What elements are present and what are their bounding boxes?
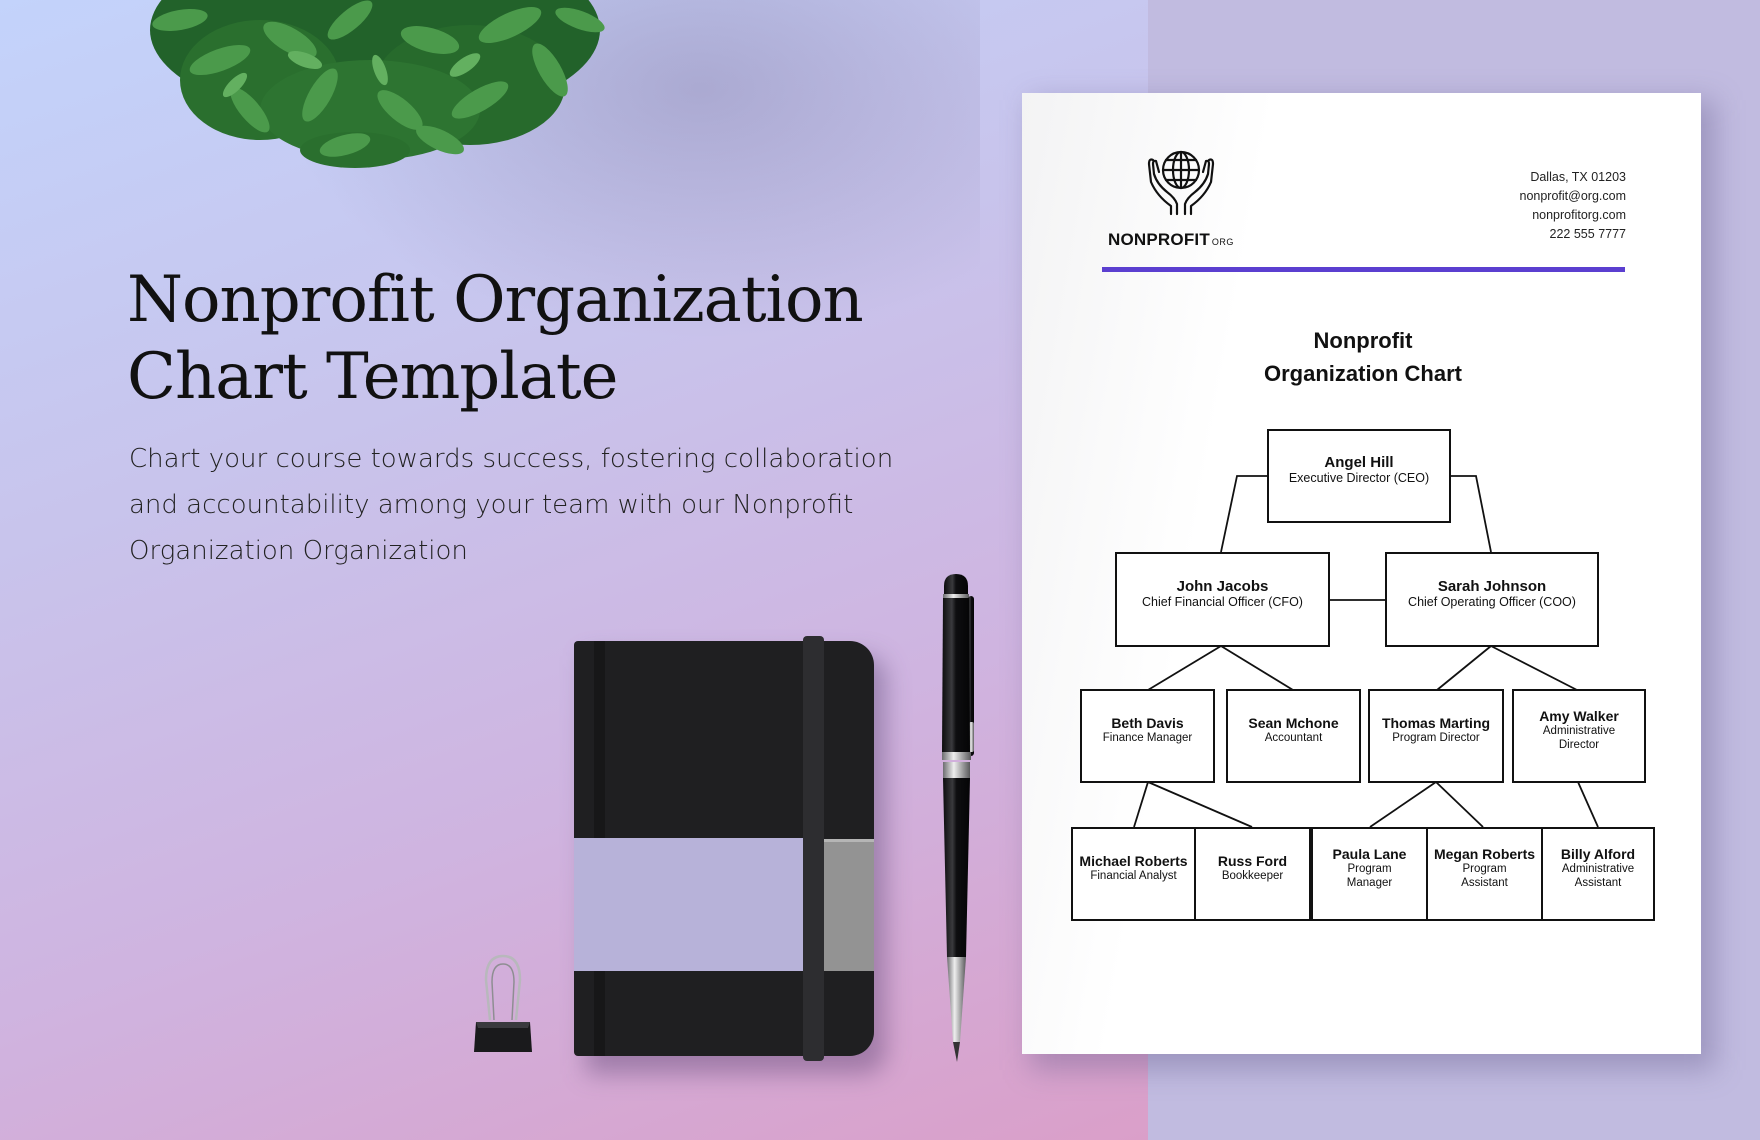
org-node-russ: Russ Ford Bookkeeper: [1194, 827, 1311, 921]
org-node-role: Program Assistant: [1461, 863, 1508, 889]
logo-suffix: ORG: [1211, 237, 1234, 247]
contact-phone: 222 555 7777: [1549, 227, 1626, 241]
hero-title-line: Nonprofit Organization: [127, 263, 864, 337]
org-node-role: Administrative Director: [1542, 725, 1616, 751]
pen: [942, 574, 974, 1062]
org-node-paula: Paula Lane Program Manager: [1311, 827, 1428, 921]
hero-description-line: Chart your course towards success, foste…: [129, 444, 894, 474]
contact-info: Dallas, TX 01203 nonprofit@org.com nonpr…: [1440, 168, 1627, 244]
org-node-role: Finance Manager: [1102, 732, 1193, 744]
org-node-thomas: Thomas Marting Program Director: [1368, 689, 1504, 783]
contact-email: nonprofit@org.com: [1519, 189, 1627, 203]
notebook-elastic-band: [803, 636, 824, 1061]
org-node-michael: Michael Roberts Financial Analyst: [1071, 827, 1196, 921]
header-divider: [1102, 267, 1625, 272]
org-node-name: Michael Roberts: [1079, 853, 1188, 869]
org-node-role: Financial Analyst: [1090, 870, 1177, 882]
org-node-sean: Sean Mchone Accountant: [1226, 689, 1361, 783]
org-node-billy: Billy Alford Administrative Assistant: [1541, 827, 1655, 921]
org-node-coo: Sarah Johnson Chief Operating Officer (C…: [1385, 552, 1599, 647]
document-title: Nonprofit Organization Chart: [1163, 324, 1563, 390]
org-node-ceo: Angel Hill Executive Director (CEO): [1267, 429, 1451, 523]
org-node-name: Megan Roberts: [1433, 846, 1536, 862]
org-node-role: Chief Financial Officer (CFO): [1142, 594, 1303, 609]
org-node-name: Russ Ford: [1217, 853, 1288, 869]
org-node-cfo: John Jacobs Chief Financial Officer (CFO…: [1115, 552, 1330, 647]
org-node-role: Chief Operating Officer (COO): [1408, 594, 1576, 609]
notebook-label-grey: [824, 839, 874, 971]
org-node-name: Paula Lane: [1332, 846, 1407, 862]
org-node-role: Program Manager: [1346, 863, 1393, 889]
plant-decoration: [150, 0, 605, 168]
notebook: [574, 641, 874, 1056]
notebook-label: [574, 838, 803, 971]
org-node-role: Program Director: [1392, 732, 1480, 744]
hero-description-line: Organization Organization: [129, 536, 468, 566]
org-node-amy: Amy Walker Administrative Director: [1512, 689, 1646, 783]
document-title-line: Nonprofit: [1313, 328, 1413, 353]
org-node-name: Sean Mchone: [1248, 715, 1339, 731]
org-node-name: Thomas Marting: [1381, 715, 1491, 731]
contact-address: Dallas, TX 01203: [1530, 170, 1626, 184]
org-node-name: Billy Alford: [1560, 846, 1636, 862]
org-node-megan: Megan Roberts Program Assistant: [1426, 827, 1543, 921]
hero-description-line: and accountability among your team with …: [129, 490, 854, 520]
hero-description: Chart your course towards success, foste…: [129, 436, 929, 574]
org-node-role: Bookkeeper: [1221, 870, 1284, 882]
logo-wordmark: NONPROFIT ORG: [1108, 230, 1234, 250]
org-node-beth: Beth Davis Finance Manager: [1080, 689, 1215, 783]
org-node-name: Beth Davis: [1111, 715, 1184, 731]
document-title-line: Organization Chart: [1263, 361, 1462, 386]
org-node-role: Accountant: [1264, 732, 1323, 744]
globe-in-hands-icon: [1147, 150, 1215, 216]
org-node-role: Executive Director (CEO): [1288, 471, 1430, 485]
contact-website: nonprofitorg.com: [1532, 208, 1626, 222]
hero-title: Nonprofit Organization Chart Template: [127, 262, 987, 416]
org-node-name: Amy Walker: [1539, 708, 1619, 724]
binder-clip: [474, 954, 532, 1052]
org-node-role: Administrative Assistant: [1561, 863, 1635, 889]
logo-name: NONPROFIT: [1108, 230, 1210, 249]
org-node-name: John Jacobs: [1176, 577, 1269, 595]
org-node-name: Sarah Johnson: [1437, 577, 1547, 595]
org-node-name: Angel Hill: [1324, 454, 1394, 471]
hero-title-line: Chart Template: [127, 340, 618, 414]
